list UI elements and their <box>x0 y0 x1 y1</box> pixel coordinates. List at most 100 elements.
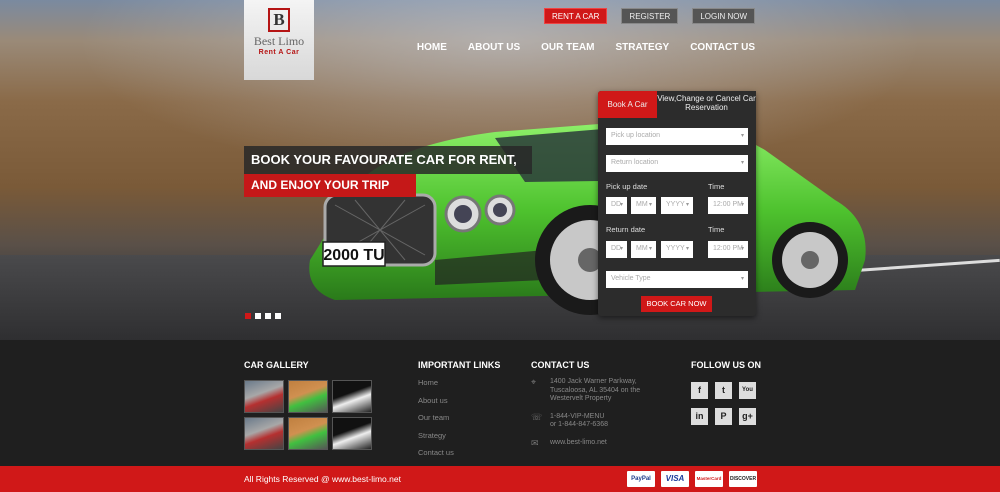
facebook-icon[interactable]: f <box>691 382 708 399</box>
nav-home[interactable]: HOME <box>417 42 447 53</box>
phone-icon: ☏ <box>531 411 543 422</box>
return-date-label: Return date <box>606 225 646 234</box>
chevron-down-icon: ▾ <box>619 202 623 208</box>
chevron-down-icon: ▾ <box>740 133 744 139</box>
return-time-value: 12:00 PM <box>713 245 743 252</box>
visa-icon: VISA <box>661 471 689 487</box>
links-title: IMPORTANT LINKS <box>418 360 501 370</box>
contact-phone: ☏ 1-844-VIP-MENU or 1-844-847-6368 <box>531 411 661 430</box>
important-links: Home About us Our team Strategy Contact … <box>418 378 454 466</box>
return-month-select[interactable]: MM ▾ <box>631 241 656 258</box>
main-nav: HOME ABOUT US OUR TEAM STRATEGY CONTACT … <box>417 42 755 53</box>
pickup-year-value: YYYY <box>666 201 685 208</box>
contact-address: ⌖ 1400 Jack Warner Parkway, Tuscaloosa, … <box>531 378 661 404</box>
chevron-down-icon: ▾ <box>740 276 744 282</box>
chevron-down-icon: ▾ <box>648 202 652 208</box>
chevron-down-icon: ▾ <box>740 160 744 166</box>
return-day-select[interactable]: DD ▾ <box>606 241 627 258</box>
vehicle-type-select[interactable]: Vehicle Type ▾ <box>606 271 748 288</box>
chevron-down-icon: ▾ <box>685 202 689 208</box>
copyright-text: All Rights Reserved @ www.best-limo.net <box>244 474 401 484</box>
license-plate: 2000 TU <box>323 247 384 264</box>
tab-manage-reservation[interactable]: View,Change or Cancel Car Reservation <box>657 91 756 118</box>
chevron-down-icon: ▾ <box>648 246 652 252</box>
return-time-label: Time <box>708 225 725 234</box>
brand-logo[interactable]: B Best Limo Rent A Car <box>244 0 314 80</box>
slider-dot[interactable] <box>245 313 251 319</box>
top-actions: RENT A CAR REGISTER LOGIN NOW <box>544 8 755 24</box>
return-location-select[interactable]: Return location ▾ <box>606 155 748 172</box>
nav-about-us[interactable]: ABOUT US <box>468 42 520 53</box>
gallery-thumb[interactable] <box>332 380 372 413</box>
mastercard-icon: MasterCard <box>695 471 723 487</box>
discover-icon: DISCOVER <box>729 471 757 487</box>
pickup-month-value: MM <box>636 201 648 208</box>
hero-subheadline: AND ENJOY YOUR TRIP <box>244 174 416 197</box>
register-button[interactable]: REGISTER <box>621 8 679 24</box>
gallery-thumb[interactable] <box>288 417 328 450</box>
phone-secondary: or 1-844-847-6368 <box>550 421 608 428</box>
chevron-down-icon: ▾ <box>685 246 689 252</box>
booking-tabs: Book A Car View,Change or Cancel Car Res… <box>598 91 756 118</box>
pickup-year-select[interactable]: YYYY ▾ <box>661 197 693 214</box>
footer-link-about-us[interactable]: About us <box>418 396 454 405</box>
nav-contact-us[interactable]: CONTACT US <box>690 42 755 53</box>
pickup-time-value: 12:00 PM <box>713 201 743 208</box>
slider-dots <box>245 313 281 319</box>
bottom-bar: All Rights Reserved @ www.best-limo.net … <box>0 466 1000 492</box>
return-year-value: YYYY <box>666 245 685 252</box>
footer: CAR GALLERY IMPORTANT LINKS Home About u… <box>0 340 1000 466</box>
gallery-thumb[interactable] <box>244 380 284 413</box>
footer-link-home[interactable]: Home <box>418 378 454 387</box>
chevron-down-icon: ▾ <box>619 246 623 252</box>
pickup-day-select[interactable]: DD ▾ <box>606 197 627 214</box>
contact-website: ✉ www.best-limo.net <box>531 437 661 448</box>
return-time-select[interactable]: 12:00 PM ▾ <box>708 241 748 258</box>
pickup-location-select[interactable]: Pick up location ▾ <box>606 128 748 145</box>
slider-dot[interactable] <box>255 313 261 319</box>
envelope-icon: ✉ <box>531 437 539 448</box>
phone-primary: 1-844-VIP-MENU <box>550 412 605 420</box>
contact-info: ⌖ 1400 Jack Warner Parkway, Tuscaloosa, … <box>531 378 661 456</box>
website-link[interactable]: www.best-limo.net <box>550 439 607 446</box>
youtube-icon[interactable]: You <box>739 382 756 399</box>
rent-a-car-button[interactable]: RENT A CAR <box>544 8 608 24</box>
location-pin-icon: ⌖ <box>531 377 537 387</box>
social-links: f t You in P g+ <box>691 382 756 425</box>
pinterest-icon[interactable]: P <box>715 408 732 425</box>
chevron-down-icon: ▾ <box>740 246 744 252</box>
footer-link-strategy[interactable]: Strategy <box>418 431 454 440</box>
gallery-thumb[interactable] <box>244 417 284 450</box>
paypal-icon: PayPal <box>627 471 655 487</box>
car-gallery <box>244 380 374 450</box>
return-location-placeholder: Return location <box>611 159 659 166</box>
book-car-now-button[interactable]: BOOK CAR NOW <box>641 296 712 312</box>
gallery-title: CAR GALLERY <box>244 360 309 370</box>
pickup-time-select[interactable]: 12:00 PM ▾ <box>708 197 748 214</box>
footer-link-our-team[interactable]: Our team <box>418 413 454 422</box>
footer-link-contact-us[interactable]: Contact us <box>418 448 454 457</box>
slider-dot[interactable] <box>265 313 271 319</box>
pickup-date-label: Pick up date <box>606 182 648 191</box>
slider-dot[interactable] <box>275 313 281 319</box>
vehicle-type-placeholder: Vehicle Type <box>611 275 651 282</box>
tab-book-a-car[interactable]: Book A Car <box>598 91 657 118</box>
logo-name: Best Limo <box>253 34 305 48</box>
twitter-icon[interactable]: t <box>715 382 732 399</box>
pickup-time-label: Time <box>708 182 725 191</box>
hero-headline: BOOK YOUR FAVOURATE CAR FOR RENT, <box>244 146 532 174</box>
logo-subtitle: Rent A Car <box>258 49 300 56</box>
google-plus-icon[interactable]: g+ <box>739 408 756 425</box>
linkedin-icon[interactable]: in <box>691 408 708 425</box>
gallery-thumb[interactable] <box>332 417 372 450</box>
gallery-thumb[interactable] <box>288 380 328 413</box>
login-button[interactable]: LOGIN NOW <box>692 8 755 24</box>
nav-our-team[interactable]: OUR TEAM <box>541 42 594 53</box>
logo-mark: B <box>268 8 290 32</box>
return-year-select[interactable]: YYYY ▾ <box>661 241 693 258</box>
car-image: 2000 TU <box>309 121 866 315</box>
pickup-month-select[interactable]: MM ▾ <box>631 197 656 214</box>
nav-strategy[interactable]: STRATEGY <box>615 42 669 53</box>
booking-panel: Book A Car View,Change or Cancel Car Res… <box>598 91 756 316</box>
chevron-down-icon: ▾ <box>740 202 744 208</box>
